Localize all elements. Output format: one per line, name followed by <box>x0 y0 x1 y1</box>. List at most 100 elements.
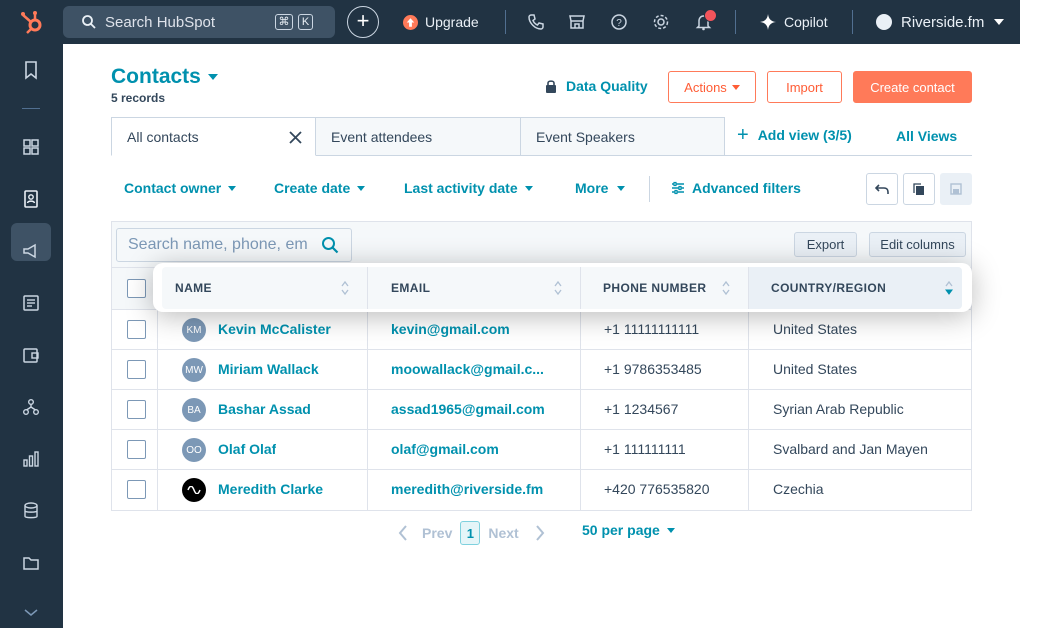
table-row[interactable]: BA Bashar Assad assad1965@gmail.com +1 1… <box>112 390 971 430</box>
table-row[interactable]: Meredith Clarke meredith@riverside.fm +4… <box>112 470 971 510</box>
contacts-title-dropdown[interactable]: Contacts <box>111 65 218 89</box>
content-icon[interactable] <box>19 291 43 315</box>
tab-label: Event Speakers <box>536 128 635 145</box>
sort-icon[interactable] <box>554 280 562 296</box>
chevron-right-icon[interactable] <box>535 524 545 542</box>
prev-page-button[interactable]: Prev <box>422 525 452 541</box>
table-search-input[interactable]: Search name, phone, em <box>116 228 352 262</box>
help-icon[interactable]: ? <box>610 13 628 31</box>
tab-all-contacts[interactable]: All contacts <box>111 117 316 156</box>
sort-icon[interactable] <box>722 280 730 296</box>
sort-descending-icon[interactable] <box>945 280 953 296</box>
column-header-email[interactable]: EMAIL <box>391 267 430 309</box>
settings-gear-icon[interactable] <box>652 13 670 31</box>
table-search-placeholder: Search name, phone, em <box>128 236 308 253</box>
edit-columns-label: Edit columns <box>880 237 955 252</box>
more-filters[interactable]: More <box>575 180 626 196</box>
commerce-wallet-icon[interactable] <box>19 343 43 367</box>
create-date-filter[interactable]: Create date <box>274 180 366 196</box>
phone-icon[interactable] <box>527 13 545 31</box>
expand-chevron-down-icon[interactable] <box>19 600 43 624</box>
last-activity-date-filter[interactable]: Last activity date <box>404 180 533 196</box>
select-all-checkbox[interactable] <box>127 279 146 298</box>
column-header-name[interactable]: NAME <box>175 267 212 309</box>
row-checkbox[interactable] <box>127 440 146 459</box>
page-edge <box>1020 0 1043 628</box>
create-contact-button[interactable]: Create contact <box>853 71 972 103</box>
account-menu[interactable]: Riverside.fm <box>876 0 1005 44</box>
data-quality-button[interactable]: Data Quality <box>545 78 648 94</box>
data-management-database-icon[interactable] <box>19 499 43 523</box>
contact-email-link[interactable]: assad1965@gmail.com <box>391 401 545 417</box>
save-disk-icon <box>950 183 962 195</box>
avatar <box>182 478 206 502</box>
row-checkbox[interactable] <box>127 320 146 339</box>
contact-name-link[interactable]: Meredith Clarke <box>218 481 323 497</box>
divider <box>735 10 736 34</box>
contact-phone: +420 776535820 <box>604 481 710 497</box>
upgrade-button[interactable]: Upgrade <box>403 0 479 44</box>
contact-email-link[interactable]: olaf@gmail.com <box>391 441 499 457</box>
sort-icon[interactable] <box>341 280 349 296</box>
advanced-filters-button[interactable]: Advanced filters <box>671 180 801 196</box>
reset-view-button[interactable] <box>866 173 898 205</box>
close-tab-icon[interactable] <box>289 131 302 144</box>
import-button[interactable]: Import <box>767 71 842 103</box>
filter-divider <box>649 176 650 202</box>
contact-name-link[interactable]: Olaf Olaf <box>218 441 276 457</box>
tab-event-attendees[interactable]: Event attendees <box>316 117 521 156</box>
save-view-button[interactable] <box>940 173 972 205</box>
edit-columns-button[interactable]: Edit columns <box>869 232 966 257</box>
notification-badge <box>704 9 717 22</box>
library-folder-icon[interactable] <box>19 551 43 575</box>
contact-email-link[interactable]: kevin@gmail.com <box>391 321 510 337</box>
copilot-button[interactable]: Copilot <box>760 0 828 44</box>
per-page-dropdown[interactable]: 50 per page <box>582 522 675 538</box>
account-avatar <box>876 14 892 30</box>
contact-phone: +1 1234567 <box>604 401 679 417</box>
actions-dropdown-button[interactable]: Actions <box>668 71 756 103</box>
upgrade-arrow-icon <box>403 14 418 30</box>
tab-event-speakers[interactable]: Event Speakers <box>521 117 725 156</box>
contact-name-link[interactable]: Miriam Wallack <box>218 361 319 377</box>
contacts-icon[interactable] <box>19 187 43 211</box>
row-checkbox[interactable] <box>127 480 146 499</box>
all-views-link[interactable]: All Views <box>896 128 957 144</box>
contact-name-link[interactable]: Kevin McCalister <box>218 321 331 337</box>
reporting-bar-chart-icon[interactable] <box>19 447 43 471</box>
column-header-label: PHONE NUMBER <box>603 281 707 295</box>
table-toolbar: Search name, phone, em Export Edit colum… <box>112 222 971 268</box>
contact-country: United States <box>773 361 858 377</box>
marketplace-icon[interactable] <box>568 13 586 31</box>
column-header-country-region[interactable]: COUNTRY/REGION <box>771 267 886 309</box>
table-row[interactable]: KM Kevin McCalister kevin@gmail.com +1 1… <box>112 310 971 350</box>
contact-email-link[interactable]: meredith@riverside.fm <box>391 481 543 497</box>
global-search-input[interactable]: Search HubSpot ⌘ K <box>63 6 335 38</box>
contact-owner-filter[interactable]: Contact owner <box>124 180 237 196</box>
create-new-button[interactable]: + <box>347 6 379 38</box>
export-button[interactable]: Export <box>794 232 857 257</box>
contact-email-link[interactable]: moowallack@gmail.c... <box>391 361 544 377</box>
contact-country: Svalbard and Jan Mayen <box>773 441 928 457</box>
table-row[interactable]: MW Miriam Wallack moowallack@gmail.c... … <box>112 350 971 390</box>
contact-name-link[interactable]: Bashar Assad <box>218 401 311 417</box>
main-content: Contacts 5 records Data Quality Actions … <box>63 44 1020 628</box>
table-row[interactable]: OO Olaf Olaf olaf@gmail.com +1 111111111… <box>112 430 971 470</box>
row-checkbox[interactable] <box>127 400 146 419</box>
hubspot-logo-icon[interactable] <box>18 8 46 36</box>
chevron-left-icon[interactable] <box>398 524 408 542</box>
column-header-phone-number[interactable]: PHONE NUMBER <box>603 267 706 309</box>
add-view-label: Add view (3/5) <box>757 127 852 143</box>
add-view-button[interactable]: + Add view (3/5) <box>737 125 852 145</box>
row-checkbox[interactable] <box>127 360 146 379</box>
automation-icon[interactable] <box>19 395 43 419</box>
svg-text:?: ? <box>616 18 622 29</box>
chevron-down-icon <box>357 185 366 191</box>
save-as-new-view-button[interactable] <box>903 173 935 205</box>
current-page[interactable]: 1 <box>460 521 481 545</box>
filter-label: Create date <box>274 180 351 196</box>
next-page-button[interactable]: Next <box>488 525 518 541</box>
workspaces-grid-icon[interactable] <box>19 135 43 159</box>
marketing-megaphone-icon[interactable] <box>19 239 43 263</box>
bookmarks-icon[interactable] <box>19 58 43 82</box>
